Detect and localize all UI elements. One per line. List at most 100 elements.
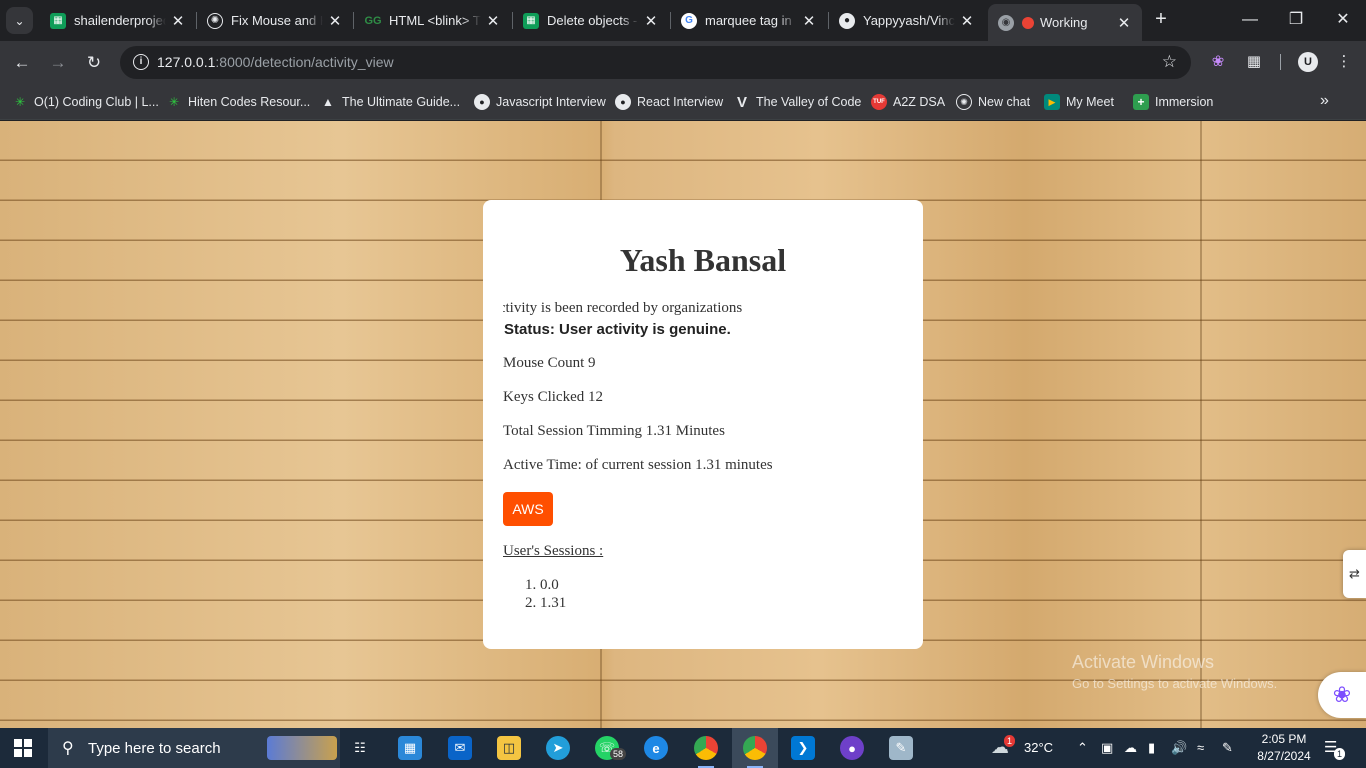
wood-seam bbox=[1200, 121, 1202, 728]
star-icon: ✳ bbox=[168, 95, 180, 109]
meet-now-icon[interactable]: ▣ bbox=[1101, 740, 1113, 756]
profile-avatar[interactable]: U bbox=[1298, 52, 1318, 72]
session-item: 2. 1.31 bbox=[525, 595, 567, 611]
url-text[interactable]: 127.0.0.1:8000/detection/activity_view bbox=[157, 54, 394, 70]
close-icon[interactable]: ✕ bbox=[643, 12, 659, 30]
sessions-heading: User's Sessions : bbox=[503, 543, 604, 559]
toolbar-divider bbox=[1280, 54, 1281, 70]
info-icon[interactable]: i bbox=[133, 54, 149, 70]
battery-icon[interactable]: ▮ bbox=[1148, 740, 1155, 756]
arrow-right-icon: → bbox=[49, 53, 67, 72]
bookmark-9[interactable]: + Immersion bbox=[1133, 92, 1213, 112]
mail-icon[interactable]: ✉ bbox=[448, 736, 472, 760]
url-host: 127.0.0.1 bbox=[157, 54, 216, 70]
tab-6-active[interactable]: ◉ Working ✕ bbox=[988, 4, 1142, 41]
openai-icon: ✺ bbox=[956, 94, 972, 110]
side-panel-tab[interactable]: ⇄ bbox=[1343, 550, 1366, 598]
close-icon[interactable]: ✕ bbox=[801, 12, 817, 30]
task-view-icon[interactable]: ☷ bbox=[348, 736, 372, 760]
pen-icon[interactable]: ✎ bbox=[1222, 740, 1233, 756]
tab-search-button[interactable]: ⌄ bbox=[6, 7, 33, 34]
extensions-puzzle-icon[interactable]: ▦ bbox=[1244, 52, 1264, 72]
bookmark-1[interactable]: ✳ Hiten Codes Resour... bbox=[166, 92, 310, 112]
arrow-left-icon: ← bbox=[13, 53, 31, 72]
status-text: Status: User activity is genuine. bbox=[504, 321, 731, 338]
microsoft-store-icon[interactable]: ▦ bbox=[398, 736, 422, 760]
close-icon[interactable]: ✕ bbox=[1116, 14, 1132, 32]
chrome-icon[interactable] bbox=[743, 736, 767, 768]
reload-button[interactable]: ↻ bbox=[82, 51, 106, 75]
windows-taskbar: ⚲ Type here to search ☷ ▦ ✉ ◫ ➤ ☏ 58 e ❯… bbox=[0, 728, 1366, 768]
chevron-up-icon[interactable]: ⌃ bbox=[1077, 740, 1088, 756]
address-bar[interactable]: i 127.0.0.1:8000/detection/activity_view… bbox=[120, 46, 1191, 79]
taskbar-search-box[interactable]: ⚲ Type here to search bbox=[48, 728, 340, 768]
new-tab-button[interactable]: + bbox=[1150, 9, 1172, 31]
vscode-icon[interactable]: ❯ bbox=[791, 736, 815, 760]
aws-button[interactable]: AWS bbox=[503, 492, 553, 526]
tab-5[interactable]: ● Yappyyash/Vinc ✕ bbox=[829, 4, 985, 37]
bookmark-7[interactable]: ✺ New chat bbox=[956, 92, 1030, 112]
bookmark-label: New chat bbox=[978, 95, 1031, 109]
bookmark-star-icon[interactable]: ☆ bbox=[1162, 52, 1177, 72]
file-explorer-icon[interactable]: ◫ bbox=[497, 736, 521, 760]
tab-1[interactable]: ✺ Fix Mouse and K ✕ bbox=[197, 4, 353, 37]
geeksforgeeks-icon: GG bbox=[364, 14, 382, 27]
activate-windows-watermark: Activate Windows bbox=[1072, 652, 1215, 672]
bookmark-label: The Valley of Code bbox=[756, 95, 862, 109]
close-icon[interactable]: ✕ bbox=[959, 12, 975, 30]
close-icon[interactable]: ✕ bbox=[327, 12, 343, 30]
tab-0[interactable]: ▦ shailenderprojec ✕ bbox=[40, 4, 196, 37]
bookmark-4[interactable]: ● React Interview bbox=[615, 92, 723, 112]
recording-icon bbox=[1022, 16, 1034, 29]
onedrive-icon[interactable]: ☁ bbox=[1124, 740, 1137, 756]
weather-temperature[interactable]: 32°C bbox=[1024, 740, 1053, 755]
volume-icon[interactable]: 🔊 bbox=[1171, 740, 1187, 756]
menu-kebab-icon[interactable]: ⋮ bbox=[1334, 52, 1354, 72]
bookmark-5[interactable]: V The Valley of Code bbox=[734, 92, 861, 112]
bookmark-label: The Ultimate Guide... bbox=[342, 95, 461, 109]
search-placeholder: Type here to search bbox=[88, 739, 221, 757]
chrome-profile-icon[interactable] bbox=[694, 736, 718, 768]
url-path: :8000/detection/activity_view bbox=[215, 54, 394, 70]
wifi-icon[interactable]: ≈ bbox=[1197, 740, 1204, 755]
back-button[interactable]: ← bbox=[10, 51, 34, 75]
activity-card: Yash Bansal Activity is been recorded by… bbox=[483, 200, 923, 649]
minimize-button[interactable]: — bbox=[1227, 8, 1273, 32]
taskbar-clock[interactable]: 2:05 PM 8/27/2024 bbox=[1252, 731, 1316, 765]
tab-title: marquee tag in bbox=[705, 13, 792, 28]
bookmark-3[interactable]: ● Javascript Interview bbox=[474, 92, 606, 112]
keys-clicked: Keys Clicked 12 bbox=[503, 389, 603, 405]
tab-2[interactable]: GG HTML <blink> T ✕ bbox=[355, 4, 511, 37]
bookmark-label: Immersion bbox=[1155, 95, 1214, 109]
forward-button[interactable]: → bbox=[46, 51, 70, 75]
openai-icon: ✺ bbox=[207, 12, 223, 29]
close-icon[interactable]: ✕ bbox=[485, 12, 501, 30]
weather-alert-badge: 1 bbox=[1004, 735, 1016, 747]
star-icon: ✳ bbox=[14, 95, 26, 109]
clock-time: 2:05 PM bbox=[1261, 732, 1307, 746]
github-desktop-icon[interactable]: ● bbox=[840, 736, 864, 760]
close-window-button[interactable]: ✕ bbox=[1320, 8, 1366, 32]
windows-start-button[interactable] bbox=[14, 739, 32, 757]
tab-title: HTML <blink> T bbox=[389, 13, 481, 28]
tab-4[interactable]: G marquee tag in ✕ bbox=[671, 4, 827, 37]
search-icon: ⚲ bbox=[62, 740, 74, 757]
tab-title: Yappyyash/Vinc bbox=[863, 13, 955, 28]
bookmark-2[interactable]: ▲ The Ultimate Guide... bbox=[320, 92, 460, 112]
bookmark-6[interactable]: TUF A2Z DSA bbox=[871, 92, 945, 112]
bookmark-label: Javascript Interview bbox=[496, 95, 606, 109]
tab-3[interactable]: ▦ Delete objects - ✕ bbox=[513, 4, 669, 37]
telegram-icon[interactable]: ➤ bbox=[546, 736, 570, 760]
tuf-icon: TUF bbox=[871, 94, 887, 110]
edge-icon[interactable]: e bbox=[644, 736, 668, 760]
close-icon[interactable]: ✕ bbox=[170, 12, 186, 30]
bookmark-0[interactable]: ✳ O(1) Coding Club | L... bbox=[12, 92, 159, 112]
active-time: Active Time: of current session 1.31 min… bbox=[503, 457, 773, 473]
bookmark-8[interactable]: ▶ My Meet bbox=[1044, 92, 1114, 112]
tab-title: Working bbox=[1040, 15, 1088, 30]
floating-extension-button[interactable]: ❀ bbox=[1318, 672, 1366, 718]
more-bookmarks-chevron-icon[interactable]: » bbox=[1320, 92, 1329, 110]
restore-button[interactable]: ❐ bbox=[1273, 8, 1319, 32]
extension-brain-icon[interactable]: ❀ bbox=[1208, 52, 1228, 72]
notepad-icon[interactable]: ✎ bbox=[889, 736, 913, 760]
